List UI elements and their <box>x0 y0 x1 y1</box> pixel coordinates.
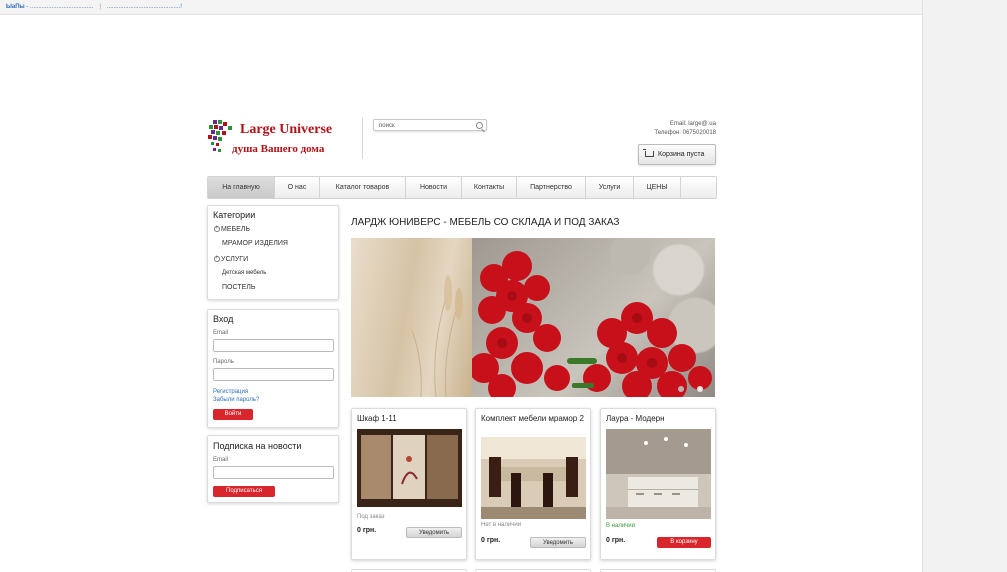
product-card: Комплект мебели мрамор 2 Нет в наличии 0… <box>475 408 591 560</box>
cart-button[interactable]: Корзина пуста <box>638 144 716 165</box>
nav-item-contacts[interactable]: Контакты <box>462 177 517 198</box>
category-item-kids-furniture[interactable]: Детская мебель <box>222 270 266 276</box>
topbar-link-1[interactable]: - ...................................... <box>25 4 93 10</box>
newsletter-title: Подписка на новости <box>213 441 302 451</box>
search-input[interactable] <box>374 121 472 131</box>
category-item-furniture[interactable]: МЕБЕЛЬ <box>214 225 250 233</box>
login-password-label: Пароль <box>213 359 234 365</box>
top-info-bar: ЫаПы - .................................… <box>0 0 922 15</box>
login-box: Вход Email Пароль Регистрация Забыли пар… <box>207 309 339 428</box>
product-title[interactable]: Комплект мебели мрамор 2 <box>481 414 587 423</box>
logo-subtitle: душа Вашего дома <box>232 143 325 155</box>
nav-item-about[interactable]: О нас <box>275 177 320 198</box>
nav-item-catalog[interactable]: Каталог товаров <box>320 177 406 198</box>
expand-icon[interactable] <box>214 255 220 262</box>
product-image[interactable] <box>481 437 586 519</box>
subscribe-button[interactable]: Подписаться <box>213 486 275 497</box>
header-divider <box>362 118 363 159</box>
login-password-field[interactable] <box>213 368 334 381</box>
search-icon[interactable] <box>476 122 483 129</box>
cart-icon <box>643 149 654 157</box>
product-availability: В наличии <box>606 523 636 529</box>
newsletter-email-label: Email <box>213 457 229 463</box>
register-link[interactable]: Регистрация <box>213 389 248 395</box>
nav-item-prices[interactable]: ЦЕНЫ <box>634 177 681 198</box>
login-email-input[interactable] <box>214 340 333 351</box>
product-availability: Под заказ <box>357 514 385 520</box>
notify-button[interactable]: Уведомить <box>530 537 586 548</box>
slide-wheat-image <box>351 238 472 397</box>
topbar-brand[interactable]: ЫаПы <box>6 4 25 10</box>
site-logo[interactable]: Large Universe душа Вашего дома <box>207 118 357 158</box>
header-contacts: Email: large@.ua Телефон: 0675020018 <box>654 120 716 138</box>
expand-icon[interactable] <box>214 225 220 232</box>
nav-item-services[interactable]: Услуги <box>586 177 634 198</box>
login-password-input[interactable] <box>214 369 333 380</box>
product-availability: Нет в наличии <box>481 522 522 528</box>
nav-item-news[interactable]: Новости <box>406 177 462 198</box>
newsletter-box: Подписка на новости Email Подписаться <box>207 435 339 503</box>
nav-item-partnership[interactable]: Партнерство <box>517 177 586 198</box>
logo-title: Large Universe <box>240 122 333 137</box>
newsletter-email-input[interactable] <box>214 467 333 478</box>
nav-item-home[interactable]: На главную <box>208 177 275 198</box>
category-item-marble[interactable]: МРАМОР ИЗДЕЛИЯ <box>222 240 288 247</box>
product-title[interactable]: Лаура - Модерн <box>606 414 712 423</box>
search-box <box>373 119 487 131</box>
forgot-password-link[interactable]: Забыли пароль? <box>213 397 259 403</box>
category-item-services[interactable]: УСЛУГИ <box>214 255 248 263</box>
notify-button[interactable]: Уведомить <box>406 527 462 538</box>
slider-dot-2[interactable] <box>697 386 703 392</box>
product-card: Шкаф 1-11 Под заказ 0 грн. Уведомить <box>351 408 467 560</box>
slide-flowers-image <box>469 238 715 397</box>
contact-phone: Телефон: 0675020018 <box>654 130 716 136</box>
category-item-bedding[interactable]: ПОСТЕЛЬ <box>222 284 255 291</box>
login-email-label: Email <box>213 330 229 336</box>
product-title[interactable]: Шкаф 1-11 <box>357 414 463 423</box>
login-email-field[interactable] <box>213 339 334 352</box>
categories-box: Категории МЕБЕЛЬ МРАМОР ИЗДЕЛИЯ УСЛУГИ Д… <box>207 205 339 300</box>
newsletter-email-field[interactable] <box>213 466 334 479</box>
topbar-link-2[interactable]: ........................................… <box>107 4 182 10</box>
product-price: 0 грн. <box>357 527 377 534</box>
cart-label: Корзина пуста <box>658 151 705 158</box>
page-title: ЛАРДЖ ЮНИВЕРС - МЕБЕЛЬ СО СКЛАДА И ПОД З… <box>351 217 620 228</box>
topbar-separator: | <box>99 4 101 10</box>
categories-title: Категории <box>213 210 256 220</box>
login-button[interactable]: Войти <box>213 409 253 420</box>
right-scroll-rail <box>922 0 1007 572</box>
product-card: Лаура - Модерн В наличии 0 грн. В корзин… <box>600 408 716 560</box>
product-price: 0 грн. <box>606 537 626 544</box>
hero-slider[interactable] <box>351 238 715 397</box>
login-title: Вход <box>213 314 234 324</box>
contact-email: Email: large@.ua <box>669 121 716 127</box>
main-nav: На главную О нас Каталог товаров Новости… <box>207 176 717 199</box>
add-to-cart-button[interactable]: В корзину <box>657 537 711 548</box>
slider-dot-1[interactable] <box>678 386 684 392</box>
product-image[interactable] <box>606 429 711 519</box>
product-image[interactable] <box>357 429 462 507</box>
product-price: 0 грн. <box>481 537 501 544</box>
